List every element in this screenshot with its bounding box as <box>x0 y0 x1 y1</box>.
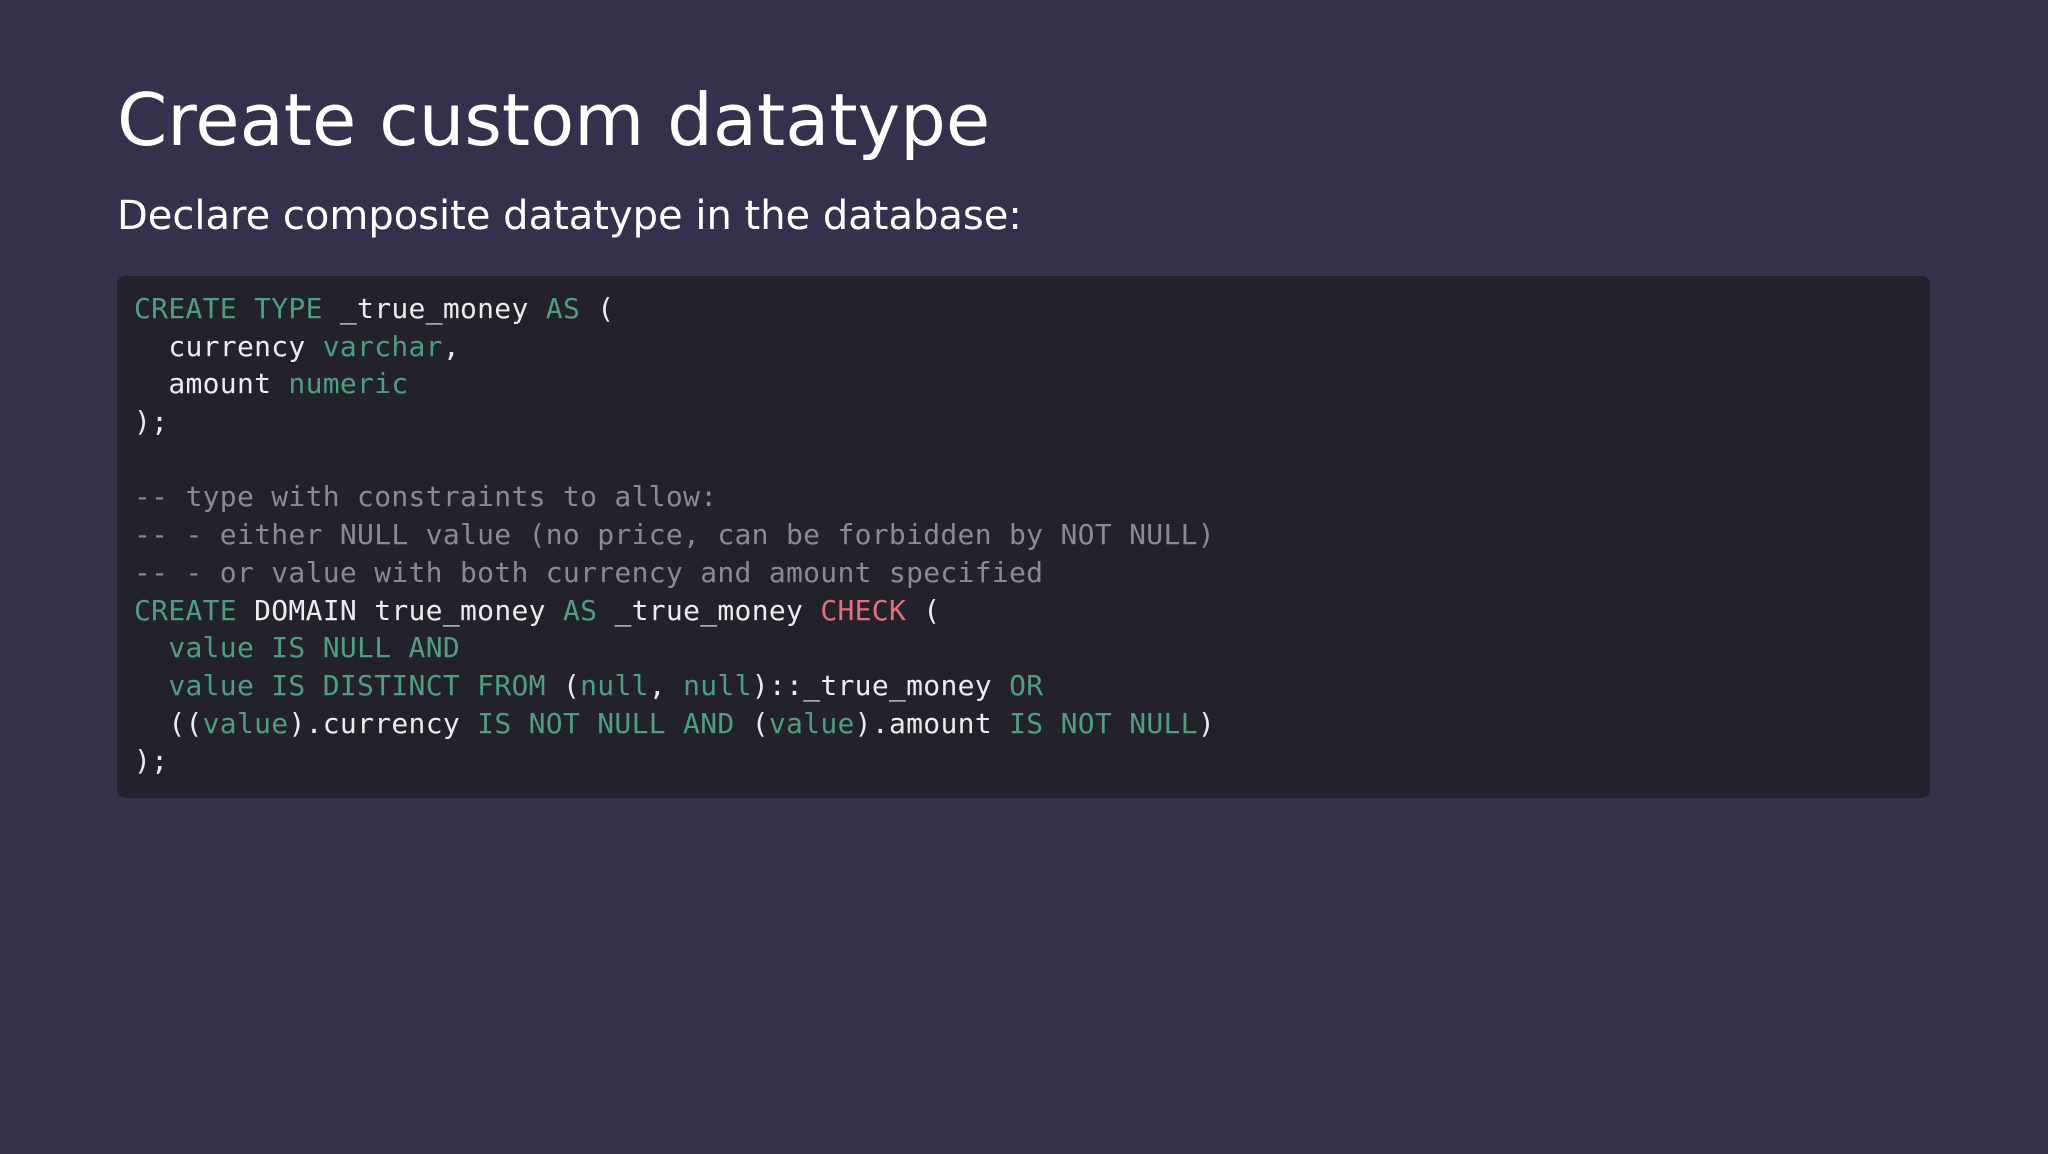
code-token-keyword: AS <box>562 593 598 627</box>
code-token-plain: ) <box>1197 706 1215 740</box>
code-token-keyword: value <box>202 706 289 740</box>
code-line: ); <box>134 742 1930 780</box>
code-token-plain: )::_true_money <box>751 668 1010 702</box>
code-line: -- - either NULL value (no price, can be… <box>134 516 1930 554</box>
code-line: value IS DISTINCT FROM (null, null)::_tr… <box>134 667 1930 705</box>
code-token-plain: ( <box>906 593 941 627</box>
code-token-keyword: CREATE <box>134 593 237 627</box>
slide-title: Create custom datatype <box>117 78 991 162</box>
code-token-plain: _true_money <box>322 292 546 325</box>
code-token-keyword: IS NOT NULL AND <box>477 706 735 740</box>
code-line: CREATE TYPE _true_money AS ( <box>134 290 1930 328</box>
code-line: ); <box>134 403 1930 441</box>
code-token-comment: -- type with constraints to allow: <box>134 480 718 514</box>
code-line: -- - or value with both currency and amo… <box>134 554 1930 592</box>
code-line: amount numeric <box>134 365 1930 403</box>
code-token-keyword: AS <box>545 292 581 325</box>
slide-subtitle: Declare composite datatype in the databa… <box>117 193 1022 239</box>
code-token-keyword: null <box>580 668 649 702</box>
code-token-keyword: OR <box>1009 668 1044 702</box>
code-token-plain: , <box>648 668 684 702</box>
code-token-plain: ); <box>134 405 169 439</box>
code-token-plain: , <box>442 329 461 363</box>
code-token-keyword: IS NOT NULL <box>1009 706 1198 740</box>
code-token-keyword: value <box>768 706 855 740</box>
code-token-plain: currency <box>134 329 323 363</box>
code-token-keyword: value IS DISTINCT FROM <box>168 668 546 702</box>
code-token-plain: _true_money <box>597 593 821 627</box>
code-token-plain: ( <box>734 706 769 740</box>
code-token-keyword: CREATE TYPE <box>134 292 323 325</box>
code-line: -- type with constraints to allow: <box>134 478 1930 516</box>
code-token-plain: ); <box>134 744 169 778</box>
code-token-plain: amount <box>134 367 289 401</box>
code-line: value IS NULL AND <box>134 629 1930 667</box>
code-line: currency varchar, <box>134 328 1930 366</box>
code-token-plain: DOMAIN true_money <box>236 593 563 627</box>
code-token-keyword: null <box>683 668 752 702</box>
code-token-plain: ).amount <box>854 706 1010 740</box>
code-token-plain: ( <box>580 292 615 325</box>
code-token-plain: ( <box>545 668 581 702</box>
code-token-keyword: varchar <box>322 329 443 363</box>
code-token-plain: ).currency <box>288 706 478 740</box>
code-line: CREATE DOMAIN true_money AS _true_money … <box>134 592 1930 630</box>
code-token-plain: (( <box>134 706 203 740</box>
code-line: ((value).currency IS NOT NULL AND (value… <box>134 705 1930 743</box>
code-token-keyword: value IS NULL AND <box>168 631 461 665</box>
code-token-comment: -- - or value with both currency and amo… <box>134 555 1044 589</box>
code-token-keyword: numeric <box>288 367 409 401</box>
code-token-check: CHECK <box>820 593 907 627</box>
code-token-comment: -- - either NULL value (no price, can be… <box>134 518 1215 552</box>
code-block: CREATE TYPE _true_money AS ( currency va… <box>117 276 1930 798</box>
